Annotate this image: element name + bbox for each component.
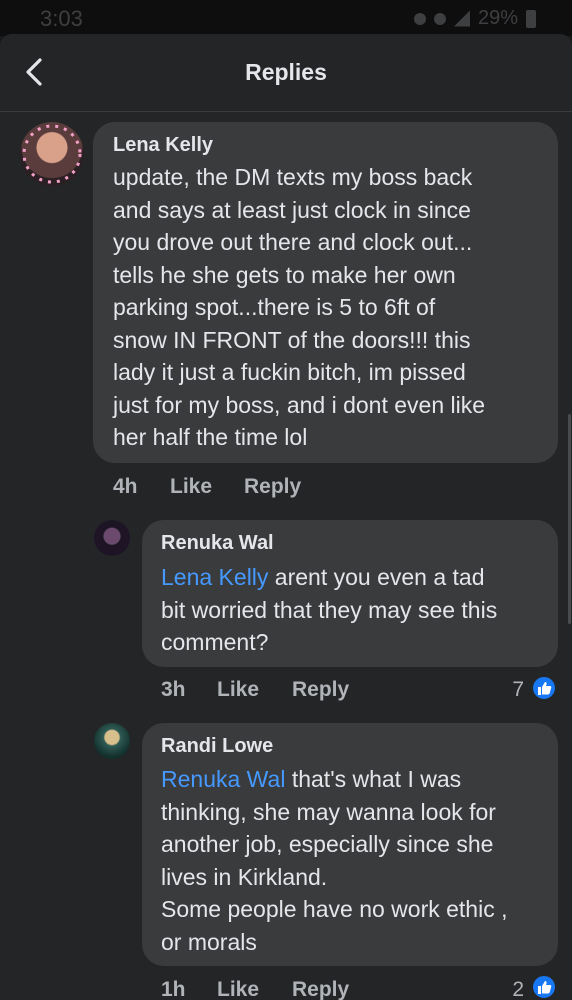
status-bar: 3:03 29%	[0, 0, 572, 36]
comment-time: 3h	[161, 678, 186, 701]
status-time: 3:03	[40, 6, 83, 31]
like-button[interactable]: Like	[217, 678, 259, 702]
comment-time: 1h	[161, 978, 186, 1000]
replies-panel: Replies Lena Kelly update, the DM texts …	[0, 34, 572, 1000]
thumbs-up-icon[interactable]	[531, 974, 557, 1000]
avatar[interactable]	[94, 520, 130, 556]
avatar[interactable]	[20, 122, 84, 186]
like-button[interactable]: Like	[217, 978, 259, 1000]
page-title: Replies	[245, 59, 327, 85]
like-button[interactable]: Like	[170, 475, 212, 499]
comment-body: that's what I was thinking, she may wann…	[161, 766, 508, 955]
reaction-count[interactable]: 2	[480, 978, 524, 1000]
comment-author[interactable]: Renuka Wal	[161, 532, 274, 555]
reply-button[interactable]: Reply	[292, 978, 349, 1000]
mention-link[interactable]: Lena Kelly	[161, 564, 268, 590]
comment-author[interactable]: Lena Kelly	[113, 134, 213, 157]
reply-button[interactable]: Reply	[292, 678, 349, 702]
alarm-icon	[413, 12, 426, 25]
scrollbar[interactable]	[568, 414, 571, 624]
battery-icon	[526, 9, 536, 28]
avatar[interactable]	[94, 723, 130, 759]
signal-icon	[453, 10, 470, 27]
status-icons: 29%	[413, 7, 536, 30]
comment-text: Lena Kelly arent you even a tad bit worr…	[161, 561, 556, 659]
comment-text: Renuka Wal that's what I was thinking, s…	[161, 763, 556, 958]
comment-time: 4h	[113, 475, 138, 498]
reply-button[interactable]: Reply	[244, 475, 301, 499]
comment-author[interactable]: Randi Lowe	[161, 735, 273, 758]
comment-text: update, the DM texts my boss back and sa…	[113, 164, 486, 450]
header: Replies	[0, 34, 572, 112]
thumbs-up-icon[interactable]	[531, 675, 557, 701]
battery-percent: 29%	[477, 7, 518, 29]
mention-link[interactable]: Renuka Wal	[161, 766, 285, 792]
mute-icon	[433, 12, 446, 25]
reaction-count[interactable]: 7	[480, 678, 524, 702]
